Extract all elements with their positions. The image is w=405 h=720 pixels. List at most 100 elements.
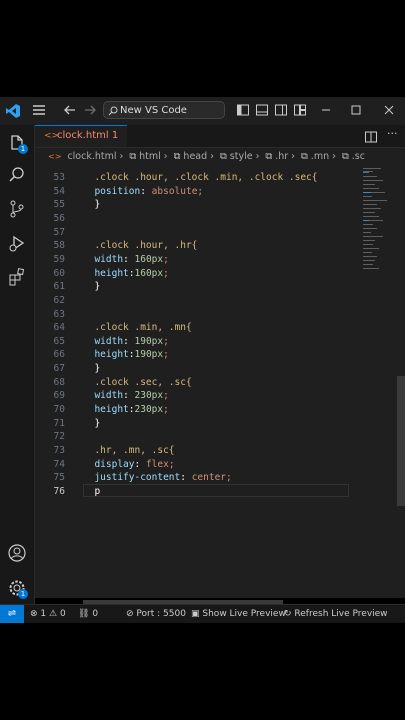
ports-count: 0 [92,609,99,619]
code-line[interactable]: .clock .hour, .clock .min, .clock .sec{ [83,172,317,183]
line-number: 73 [53,445,65,456]
warning-count: 0 [59,609,66,619]
line-number: 53 [53,172,65,183]
back-arrow-icon[interactable] [62,103,78,119]
live-server-port[interactable]: ⊘ Port : 5500 [126,605,186,623]
code-line[interactable]: } [83,418,100,429]
code-line[interactable]: .hr, .mn, .sc{ [83,445,174,456]
vertical-scrollbar[interactable] [397,376,405,506]
code-line[interactable]: p [83,486,100,497]
split-editor-icon[interactable] [364,129,378,148]
current-line-highlight [83,484,349,497]
element-icon: ⧉ [129,151,137,162]
toggle-primary-sidebar-icon[interactable] [235,103,251,119]
line-number: 59 [53,253,65,265]
ports-icon: ⛓ [78,609,90,619]
minimize-icon[interactable] [318,103,334,119]
breadcrumb-sc[interactable]: .sc [352,151,365,162]
line-number: 64 [53,322,65,334]
forward-arrow-icon[interactable] [82,103,98,119]
chevron-right-icon: › [119,151,124,162]
minimap[interactable] [357,166,393,286]
chevron-right-icon: › [210,151,214,162]
warning-icon: ⚠ [49,609,58,619]
line-number: 76 [53,485,65,497]
command-center-search[interactable]: New VS Code [103,101,225,119]
run-debug-icon[interactable] [7,233,27,253]
show-live-preview-button[interactable]: ▣ Show Live Preview [191,605,286,623]
maximize-icon[interactable] [348,103,364,119]
search-icon [108,102,118,123]
tab-problem-count: 1 [111,130,119,141]
code-line[interactable]: display: flex; [83,459,174,470]
html-file-icon: <> [44,131,60,141]
css-rule-icon: ⧉ [341,151,349,162]
code-line[interactable]: } [83,363,100,374]
breadcrumb-head[interactable]: head [183,151,207,162]
problems-indicator[interactable]: ⊗ 1 ⚠ 0 [30,605,66,623]
search-icon[interactable] [7,165,27,185]
line-number: 62 [53,294,65,306]
code-line[interactable]: .clock .sec, .sc{ [83,377,191,388]
code-line[interactable]: height:230px; [83,404,168,415]
toggle-panel-icon[interactable] [254,103,270,119]
line-number: 61 [53,281,65,293]
chevron-right-icon: › [163,151,168,162]
refresh-live-preview-button[interactable]: ↻ Refresh Live Preview [284,605,388,623]
line-number: 71 [53,417,65,429]
close-icon[interactable] [381,103,397,119]
explorer-badge: 1 [18,144,28,154]
chevron-right-icon: › [332,151,336,162]
explorer-icon[interactable]: 1 [7,133,28,154]
port-label: Port : 5500 [136,609,186,619]
code-line[interactable]: width: 190px; [83,336,168,347]
code-line[interactable]: width: 160px; [83,254,168,265]
code-line[interactable]: } [83,199,100,210]
status-bar: ⇌ ⊗ 1 ⚠ 0 ⛓ 0 ⊘ Port : 5500 ▣ Show Live … [0,604,405,623]
line-number: 66 [53,349,65,361]
menu-icon[interactable] [31,103,47,119]
css-rule-icon: ⧉ [301,151,308,162]
breadcrumb-style[interactable]: style [230,151,253,162]
tab-clock-html[interactable]: <> clock.html 1 ● [35,125,127,161]
breadcrumb-hr[interactable]: .hr [275,151,288,162]
code-line[interactable]: .clock .hour, .hr{ [83,240,197,251]
preview-icon: ▣ [191,609,200,619]
line-number: 60 [53,267,65,279]
breadcrumb-mn[interactable]: .mn [311,151,329,162]
tab-bar: <> clock.html 1 ● ··· [35,125,405,161]
html-file-icon: <> [48,152,62,161]
code-line[interactable]: position: absolute; [83,186,203,197]
code-editor[interactable]: 53 .clock .hour, .clock .min, .clock .se… [35,166,405,606]
title-bar: New VS Code [0,97,405,126]
line-number: 54 [53,185,65,197]
customize-layout-icon[interactable] [292,103,308,119]
breadcrumb-html[interactable]: html [139,151,161,162]
code-line[interactable]: height:160px; [83,268,168,279]
activity-bar: 1 1 [0,125,35,605]
line-number: 70 [53,404,65,416]
remote-indicator-icon[interactable]: ⇌ [0,605,24,623]
ports-indicator[interactable]: ⛓ 0 [78,605,98,623]
line-number: 75 [53,472,65,484]
line-number: 58 [53,240,65,252]
line-number: 55 [53,199,65,211]
breadcrumb: <> clock.html › ⧉ html › ⧉ head › ⧉ style › ⧉ .h… [35,148,405,166]
code-line[interactable]: } [83,281,100,292]
line-number: 63 [53,308,65,320]
manage-gear-icon[interactable]: 1 [7,578,28,599]
breadcrumb-file[interactable]: clock.html [67,151,116,162]
code-line[interactable]: .clock .min, .mn{ [83,322,191,333]
element-icon: ⧉ [173,151,181,162]
code-line[interactable]: justify-content: center; [83,472,231,483]
code-line[interactable]: height:190px; [83,349,168,360]
tab-filename: clock.html [57,130,109,141]
toggle-secondary-sidebar-icon[interactable] [273,103,289,119]
more-actions-icon[interactable]: ··· [387,127,398,140]
source-control-icon[interactable] [7,199,27,219]
code-line[interactable]: width: 230px; [83,390,168,401]
accounts-icon[interactable] [7,543,27,563]
extensions-icon[interactable] [7,267,27,287]
vscode-logo-icon [5,103,21,119]
show-live-preview-label: Show Live Preview [202,609,286,619]
